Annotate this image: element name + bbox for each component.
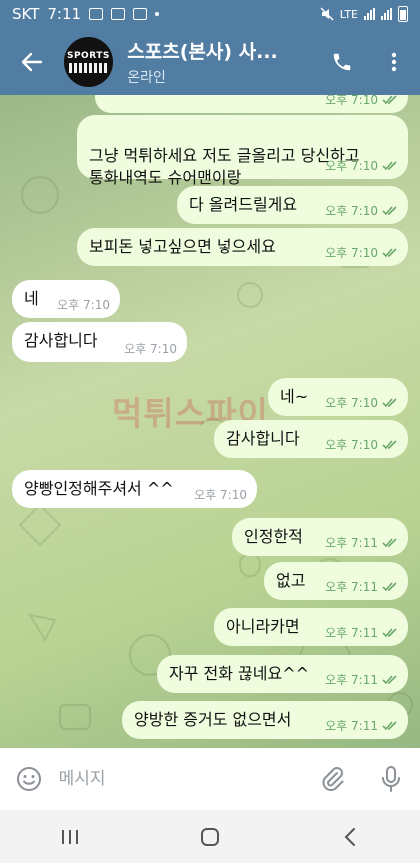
message-time: 오후 7:10 [325,246,378,260]
chevron-left-icon [344,827,355,846]
voice-message-button[interactable] [361,748,420,810]
read-receipt-icon [382,161,397,171]
more-notifications-icon [155,12,160,16]
message-time: 오후 7:10 [325,95,378,107]
home-button[interactable] [180,810,240,863]
read-receipt-icon [382,582,397,592]
chat-messages-area[interactable]: 먹튀스파이 오후 7:10 그냥 먹튀하세요 저도 글올리고 당신하고 통화내역… [0,95,420,748]
message-bubble[interactable]: 인정한적 오후 7:11 [232,518,408,556]
message-bubble[interactable]: 네 오후 7:10 [12,280,120,318]
read-receipt-icon [382,206,397,216]
message-text: 감사합니다 [24,331,98,350]
message-bubble[interactable]: 감사합니다 오후 7:10 [12,322,187,362]
message-text: 양빵인정해주셔서 ^^ [24,479,174,498]
mute-icon [320,7,334,21]
message-bubble[interactable]: 그냥 먹튀하세요 저도 글올리고 당신하고 통화내역도 슈어맨이랑 오후 7:1… [77,115,408,187]
kebab-menu-icon [391,52,397,71]
network-label: LTE [339,7,358,21]
message-bubble[interactable]: 양방한 증거도 없으면서 오후 7:11 [122,701,408,739]
message-text: 양방한 증거도 없으면서 [134,710,292,729]
read-receipt-icon [382,538,397,548]
message-bubble[interactable]: 오후 7:10 [95,95,408,113]
phone-icon [333,53,351,70]
message-bubble[interactable]: 네~ 오후 7:10 [268,378,408,416]
chat-title: 스포츠(본사) 사... [127,40,278,63]
read-receipt-icon [382,628,397,638]
message-text: 자꾸 전화 끊네요^^ [169,664,310,683]
chat-header: SPORTS 스포츠(본사) 사... 온라인 [0,28,420,95]
read-receipt-icon [382,95,397,105]
message-time: 오후 7:10 [325,204,378,218]
message-composer [0,748,420,810]
message-time: 오후 7:11 [325,673,378,687]
message-time: 오후 7:11 [325,580,378,594]
system-back-button[interactable] [320,810,380,863]
battery-icon [398,6,408,22]
message-text: 인정한적 [244,527,303,546]
carrier-label: SKT [12,5,40,23]
message-text: 네 [24,289,39,308]
read-receipt-icon [382,675,397,685]
message-time: 오후 7:10 [325,396,378,410]
read-receipt-icon [382,721,397,731]
signal-icon [364,8,375,20]
avatar-logo-graphic [69,62,108,73]
message-bubble[interactable]: 다 올려드릴게요 오후 7:10 [177,186,408,224]
avatar[interactable]: SPORTS [63,36,114,87]
home-icon [201,827,219,846]
emoji-button[interactable] [0,748,59,810]
call-button[interactable] [316,28,368,95]
system-navigation-bar [0,810,420,863]
message-text: 아니라카면 [226,617,300,636]
play-store-icon [133,8,148,20]
message-bubble[interactable]: 감사합니다 오후 7:10 [214,420,408,458]
message-bubble[interactable]: 자꾸 전화 끊네요^^ 오후 7:11 [157,655,408,693]
message-time: 오후 7:10 [194,488,247,502]
message-time: 오후 7:10 [124,342,177,356]
message-time: 오후 7:10 [57,298,110,312]
attach-button[interactable] [303,748,362,810]
message-input[interactable] [58,769,303,789]
recent-apps-icon [62,829,78,844]
message-text: 다 올려드릴게요 [189,195,298,214]
message-bubble[interactable]: 없고 오후 7:11 [264,562,408,600]
message-time: 오후 7:10 [325,159,378,173]
read-receipt-icon [382,248,397,258]
recent-apps-button[interactable] [40,810,100,863]
message-bubble[interactable]: 보피돈 넣고싶으면 넣으세요 오후 7:10 [77,228,408,266]
gallery-icon [111,8,126,20]
arrow-left-icon [21,52,42,71]
message-text: 감사합니다 [226,429,300,448]
message-bubble[interactable]: 아니라카면 오후 7:11 [214,608,408,646]
microphone-icon [381,766,400,792]
message-bubble[interactable]: 양빵인정해주셔서 ^^ 오후 7:10 [12,470,257,508]
read-receipt-icon [382,440,397,450]
clock: 7:11 [47,5,82,23]
status-bar: SKT 7:11 LTE [0,0,420,28]
more-options-button[interactable] [368,28,420,95]
avatar-logo-text: SPORTS [66,50,110,61]
online-status: 온라인 [127,69,166,86]
smiley-icon [17,767,42,791]
back-button[interactable] [0,28,64,95]
paperclip-icon [322,767,344,791]
message-time: 오후 7:11 [325,626,378,640]
message-time: 오후 7:11 [325,536,378,550]
read-receipt-icon [382,398,397,408]
chat-title-area[interactable]: 스포츠(본사) 사... 온라인 [127,37,316,87]
signal-icon-2 [381,8,392,20]
message-text: 네~ [280,387,309,406]
message-time: 오후 7:11 [325,719,378,733]
message-time: 오후 7:10 [325,438,378,452]
notification-icon [89,8,104,20]
message-text: 보피돈 넣고싶으면 넣으세요 [89,237,276,256]
message-text: 없고 [276,571,306,590]
